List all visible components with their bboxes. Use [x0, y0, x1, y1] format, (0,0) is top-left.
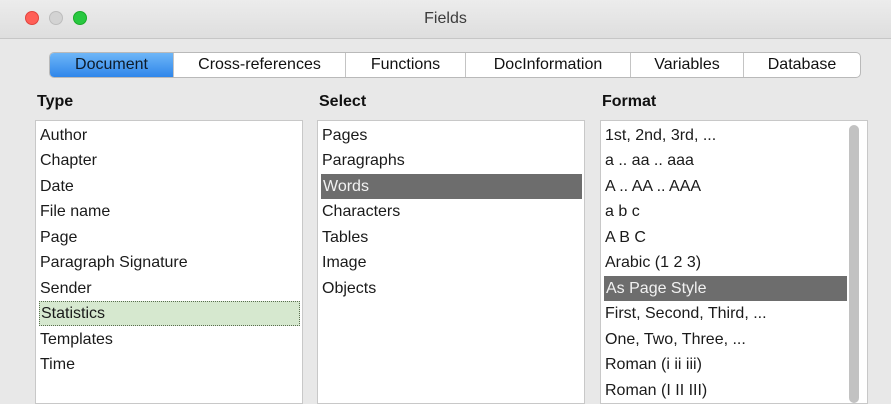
type-item-date[interactable]: Date: [40, 174, 74, 199]
format-list-scrollbar[interactable]: [849, 125, 859, 403]
type-item-page[interactable]: Page: [40, 225, 77, 250]
format-list[interactable]: 1st, 2nd, 3rd, ... a .. aa .. aaa A .. A…: [600, 120, 868, 404]
tab-functions[interactable]: Functions: [346, 53, 466, 77]
select-item-image[interactable]: Image: [322, 250, 366, 275]
window-title: Fields: [424, 10, 467, 27]
format-item-roman-lower[interactable]: Roman (i ii iii): [605, 352, 702, 377]
select-item-objects[interactable]: Objects: [322, 276, 376, 301]
select-list[interactable]: Pages Paragraphs Words Characters Tables…: [317, 120, 585, 404]
type-item-templates[interactable]: Templates: [40, 327, 113, 352]
type-item-chapter[interactable]: Chapter: [40, 148, 97, 173]
format-item-as-page-style[interactable]: As Page Style: [604, 276, 847, 301]
format-item-lower-repeat[interactable]: a .. aa .. aaa: [605, 148, 694, 173]
type-item-file-name[interactable]: File name: [40, 199, 110, 224]
select-item-paragraphs[interactable]: Paragraphs: [322, 148, 405, 173]
type-list[interactable]: Author Chapter Date File name Page Parag…: [35, 120, 303, 404]
select-header: Select: [319, 93, 367, 110]
select-item-tables[interactable]: Tables: [322, 225, 368, 250]
type-item-statistics[interactable]: Statistics: [39, 301, 300, 326]
format-item-first-second[interactable]: First, Second, Third, ...: [605, 301, 767, 326]
format-item-one-two[interactable]: One, Two, Three, ...: [605, 327, 746, 352]
select-item-characters[interactable]: Characters: [322, 199, 400, 224]
type-item-paragraph-signature[interactable]: Paragraph Signature: [40, 250, 188, 275]
type-item-sender[interactable]: Sender: [40, 276, 92, 301]
tab-docinformation[interactable]: DocInformation: [466, 53, 631, 77]
title-bar: Fields: [0, 0, 891, 39]
type-item-time[interactable]: Time: [40, 352, 75, 377]
select-item-words[interactable]: Words: [321, 174, 582, 199]
tab-cross-references[interactable]: Cross-references: [174, 53, 346, 77]
format-item-upper-letters[interactable]: A B C: [605, 225, 646, 250]
tab-document[interactable]: Document: [50, 53, 174, 77]
type-item-author[interactable]: Author: [40, 123, 87, 148]
format-header: Format: [602, 93, 657, 110]
tab-bar: Document Cross-references Functions DocI…: [49, 52, 861, 78]
tab-database[interactable]: Database: [744, 53, 860, 77]
format-item-arabic[interactable]: Arabic (1 2 3): [605, 250, 701, 275]
tab-variables[interactable]: Variables: [631, 53, 744, 77]
format-item-ordinal[interactable]: 1st, 2nd, 3rd, ...: [605, 123, 716, 148]
format-item-lower-letters[interactable]: a b c: [605, 199, 640, 224]
type-header: Type: [37, 93, 74, 110]
select-item-pages[interactable]: Pages: [322, 123, 367, 148]
format-item-upper-repeat[interactable]: A .. AA .. AAA: [605, 174, 701, 199]
format-item-roman-upper[interactable]: Roman (I II III): [605, 378, 707, 403]
